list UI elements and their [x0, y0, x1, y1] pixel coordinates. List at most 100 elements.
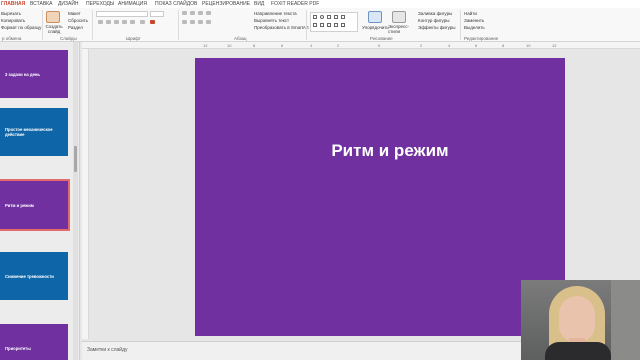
presenter-body	[545, 342, 611, 360]
numbering-icon[interactable]	[190, 11, 195, 15]
ribbon-separator	[92, 10, 93, 40]
slide-thumbnail[interactable]: Простое механическое действие	[0, 108, 68, 156]
ribbon-separator	[460, 10, 461, 40]
align-text-button[interactable]: Выровнять текст	[254, 18, 289, 23]
strikethrough-icon[interactable]	[122, 20, 127, 24]
font-size-dropdown[interactable]	[150, 11, 164, 17]
cut-button[interactable]: Вырезать	[1, 11, 21, 16]
slide-title[interactable]: Ритм и режим	[331, 141, 448, 161]
tab-review[interactable]: РЕЦЕНЗИРОВАНИЕ	[202, 1, 250, 7]
line-shape-icon[interactable]	[327, 15, 331, 19]
smartart-button[interactable]: Преобразовать в SmartArt	[254, 25, 309, 30]
slide-thumbnail[interactable]: 3 задачи на день	[0, 50, 68, 98]
underline-icon[interactable]	[114, 20, 119, 24]
new-slide-icon	[46, 11, 60, 23]
tab-design[interactable]: ДИЗАЙН	[58, 1, 79, 7]
notes-placeholder: Заметки к слайду	[87, 347, 128, 353]
thumbnail-scrollbar-thumb[interactable]	[74, 146, 77, 172]
font-group-label: Шрифт	[126, 36, 141, 41]
webcam-overlay	[521, 280, 640, 360]
text-direction-button[interactable]: Направление текста	[254, 11, 297, 16]
ruler-tick: 2	[337, 43, 340, 48]
ruler-tick: 10	[227, 43, 232, 48]
shape-fill-button[interactable]: Заливка фигуры	[418, 11, 452, 16]
reset-button[interactable]: Сбросить	[68, 18, 88, 23]
presenter-face	[559, 296, 595, 342]
italic-icon[interactable]	[106, 20, 111, 24]
slide-thumbnail-title: Приоритеты	[5, 345, 31, 351]
select-button[interactable]: Выделить	[464, 25, 485, 30]
triangle-shape-icon[interactable]	[341, 15, 345, 19]
oval-shape-icon[interactable]	[320, 15, 324, 19]
decrease-indent-icon[interactable]	[198, 11, 203, 15]
slide-thumbnail-title: 3 задачи на день	[5, 71, 41, 77]
horizontal-ruler: 12 10 8 6 4 2 0 2 4 6 8 10 12	[82, 42, 640, 49]
section-button[interactable]: Раздел	[68, 25, 83, 30]
ribbon-separator	[178, 10, 179, 40]
ruler-tick: 8	[502, 43, 505, 48]
ruler-tick: 6	[281, 43, 284, 48]
shapes-gallery[interactable]	[310, 12, 358, 32]
slide-thumbnail-title: Снижение тревожности	[5, 273, 54, 279]
arrange-button[interactable]: Упорядочить	[362, 25, 389, 30]
tab-transitions[interactable]: ПЕРЕХОДЫ	[86, 1, 114, 7]
editing-group-label: Редактирование	[464, 36, 499, 41]
arrange-icon	[368, 11, 382, 23]
quick-styles-button[interactable]: Экспресс-стили	[388, 24, 409, 34]
layout-button[interactable]: Макет	[68, 11, 81, 16]
drawing-group-label: Рисование	[370, 36, 393, 41]
curve-shape-icon[interactable]	[334, 23, 338, 27]
replace-button[interactable]: Заменить	[464, 18, 484, 23]
ruler-tick: 4	[448, 43, 451, 48]
arrow-shape-icon[interactable]	[334, 15, 338, 19]
font-color-icon[interactable]	[150, 20, 155, 24]
ruler-tick: 10	[526, 43, 531, 48]
quick-styles-icon	[392, 11, 406, 23]
vertical-ruler	[82, 49, 89, 339]
slide-thumbnail-title: Простое механическое действие	[5, 127, 53, 137]
increase-indent-icon[interactable]	[206, 11, 211, 15]
thumbnail-scrollbar[interactable]	[73, 42, 78, 360]
ribbon-separator	[306, 10, 307, 40]
tab-slide-show[interactable]: ПОКАЗ СЛАЙДОВ	[155, 1, 197, 7]
find-button[interactable]: Найти	[464, 11, 477, 16]
tab-view[interactable]: ВИД	[254, 1, 264, 7]
star-shape-icon[interactable]	[320, 23, 324, 27]
align-left-icon[interactable]	[182, 20, 187, 24]
ruler-tick: 12	[552, 43, 557, 48]
slide-thumbnail[interactable]: Снижение тревожности	[0, 252, 68, 300]
tab-animations[interactable]: АНИМАЦИЯ	[118, 1, 147, 7]
slide-thumbnails-panel: 3 задачи на день Простое механическое де…	[0, 42, 80, 360]
justify-icon[interactable]	[206, 20, 211, 24]
character-spacing-icon[interactable]	[140, 20, 145, 24]
paragraph-group-label: Абзац	[234, 36, 247, 41]
shape-outline-button[interactable]: Контур фигуры	[418, 18, 449, 23]
align-right-icon[interactable]	[198, 20, 203, 24]
slide-thumbnail[interactable]: Приоритеты	[0, 324, 68, 360]
tab-insert[interactable]: ВСТАВКА	[30, 1, 52, 7]
align-center-icon[interactable]	[190, 20, 195, 24]
slide-thumbnail-selected[interactable]: Ритм и режим	[0, 179, 70, 231]
ribbon-tab-bar: ГЛАВНАЯ ВСТАВКА ДИЗАЙН ПЕРЕХОДЫ АНИМАЦИЯ…	[0, 0, 640, 8]
bullets-icon[interactable]	[182, 11, 187, 15]
tab-home[interactable]: ГЛАВНАЯ	[1, 1, 25, 7]
rectangle-shape-icon[interactable]	[313, 15, 317, 19]
ruler-tick: 2	[420, 43, 423, 48]
clipboard-group-label: р обмена	[2, 36, 22, 41]
bold-icon[interactable]	[98, 20, 103, 24]
format-painter-button[interactable]: Формат по образцу	[1, 25, 41, 30]
new-slide-button[interactable]: Создать слайд	[44, 24, 64, 34]
ruler-tick: 12	[203, 43, 208, 48]
slide-thumbnail-title: Ритм и режим	[5, 202, 34, 208]
slide-canvas[interactable]: Ритм и режим	[195, 58, 565, 336]
block-arrow-shape-icon[interactable]	[341, 23, 345, 27]
shadow-icon[interactable]	[130, 20, 135, 24]
shape-effects-button[interactable]: Эффекты фигуры	[418, 25, 456, 30]
ruler-tick: 6	[475, 43, 478, 48]
callout-shape-icon[interactable]	[327, 23, 331, 27]
copy-button[interactable]: Копировать	[1, 18, 25, 23]
ruler-tick: 8	[253, 43, 256, 48]
brace-shape-icon[interactable]	[313, 23, 317, 27]
tab-foxit-reader-pdf[interactable]: FOXIT READER PDF	[271, 1, 319, 7]
font-name-dropdown[interactable]	[96, 11, 148, 17]
